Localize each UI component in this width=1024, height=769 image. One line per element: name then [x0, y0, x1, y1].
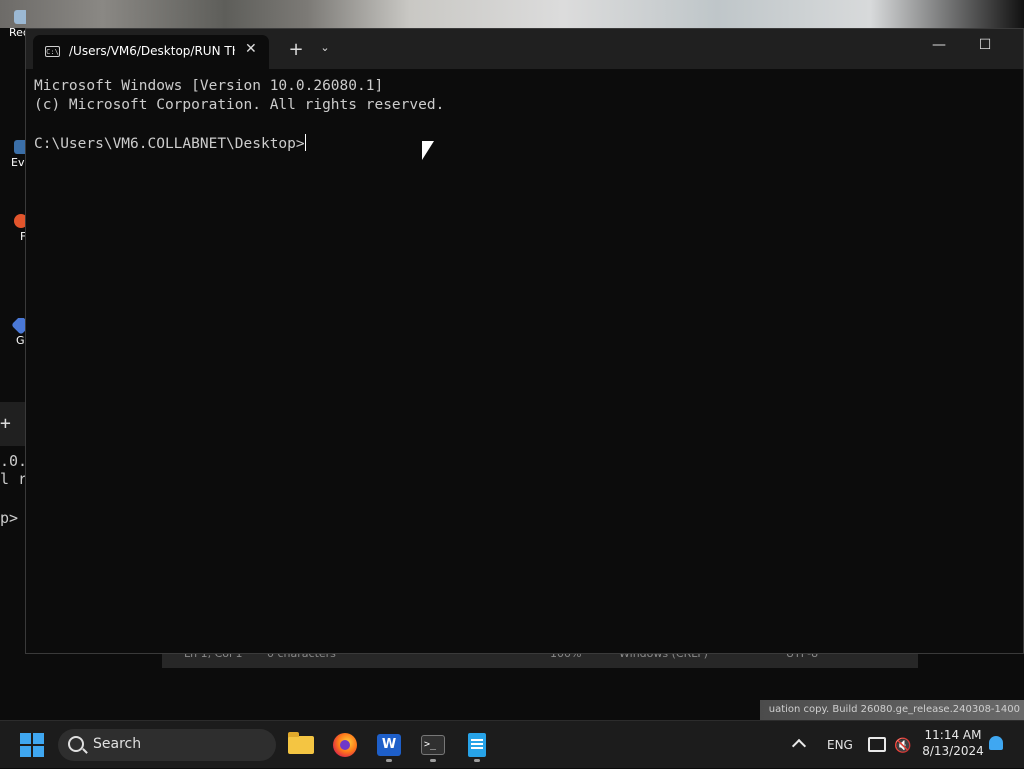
background-terminal-line: p>	[0, 509, 19, 527]
notification-bell-icon[interactable]	[989, 736, 1003, 750]
console-prompt-line[interactable]: C:\Users\VM6.COLLABNET\Desktop>	[34, 134, 444, 153]
desktop-icon-recycle-bin[interactable]: Rec	[0, 10, 26, 39]
chevron-up-icon[interactable]	[791, 738, 807, 754]
taskbar-notepad[interactable]	[461, 729, 493, 762]
recycle-bin-icon	[14, 10, 26, 24]
prompt: C:\Users\VM6.COLLABNET\Desktop>	[34, 136, 305, 152]
terminal-window[interactable]: C:\ /Users/VM6/Desktop/RUN TH ✕ + ⌄ — ☐ …	[25, 28, 1024, 654]
volume-muted-icon[interactable]: 🔇	[894, 738, 911, 754]
maximize-button[interactable]: ☐	[973, 37, 997, 53]
notepad-icon	[468, 733, 486, 757]
running-indicator	[386, 759, 392, 762]
mouse-pointer-icon	[422, 141, 434, 160]
terminal-icon: >_	[421, 735, 445, 755]
desktop-icon-firefox[interactable]: F	[0, 214, 26, 243]
console-output[interactable]: Microsoft Windows [Version 10.0.26080.1]…	[34, 77, 444, 153]
windows-logo-icon	[20, 733, 31, 744]
new-tab-button[interactable]: +	[286, 39, 306, 60]
clock[interactable]: 11:14 AM 8/13/2024	[918, 727, 988, 759]
terminal-titlebar[interactable]: C:\ /Users/VM6/Desktop/RUN TH ✕ + ⌄ — ☐	[26, 29, 1023, 69]
terminal-tab[interactable]: C:\ /Users/VM6/Desktop/RUN TH ✕	[33, 35, 269, 69]
search-placeholder: Search	[93, 736, 142, 752]
word-icon: W	[377, 734, 401, 756]
running-indicator	[474, 759, 480, 762]
minimize-button[interactable]: —	[927, 37, 951, 53]
taskbar-terminal[interactable]: >_	[417, 729, 449, 762]
folder-icon	[288, 732, 314, 754]
taskbar: Search W >_ ENG 🔇 11:14 AM 8/13/2024	[0, 720, 1024, 768]
background-terminal-line: .0.	[0, 452, 28, 470]
desktop-icon-event[interactable]: Eve	[0, 140, 26, 169]
shortcut-icon	[11, 318, 26, 335]
taskbar-search[interactable]: Search	[58, 729, 276, 761]
console-line: Microsoft Windows [Version 10.0.26080.1]	[34, 78, 384, 94]
tab-title: /Users/VM6/Desktop/RUN TH	[69, 44, 235, 58]
clock-time: 11:14 AM	[924, 728, 982, 742]
taskbar-word[interactable]: W	[373, 729, 405, 762]
new-tab-icon[interactable]: +	[0, 413, 11, 434]
desktop-icon-label: G	[16, 334, 25, 347]
language-indicator[interactable]: ENG	[827, 721, 853, 769]
desktop-icon-label: Rec	[9, 26, 26, 39]
clock-date: 8/13/2024	[922, 744, 984, 758]
console-line: (c) Microsoft Corporation. All rights re…	[34, 97, 445, 113]
evaluation-watermark: uation copy. Build 26080.ge_release.2403…	[760, 700, 1024, 720]
search-icon	[68, 736, 84, 752]
network-icon[interactable]	[868, 737, 886, 752]
taskbar-file-explorer[interactable]	[285, 729, 317, 761]
desktop-icon-label: F	[20, 230, 26, 243]
taskbar-firefox[interactable]	[329, 729, 361, 761]
desktop-icon-g[interactable]: G	[0, 318, 26, 347]
running-indicator	[430, 759, 436, 762]
background-terminal-line: l r	[0, 470, 28, 488]
text-cursor	[304, 134, 306, 151]
close-tab-icon[interactable]: ✕	[245, 41, 257, 57]
desktop-icon-label: Eve	[11, 156, 26, 169]
chevron-down-icon[interactable]: ⌄	[318, 41, 332, 54]
start-button[interactable]	[20, 733, 44, 757]
desktop-wallpaper	[0, 0, 1024, 28]
cmd-icon: C:\	[45, 46, 60, 57]
firefox-icon	[333, 733, 357, 757]
